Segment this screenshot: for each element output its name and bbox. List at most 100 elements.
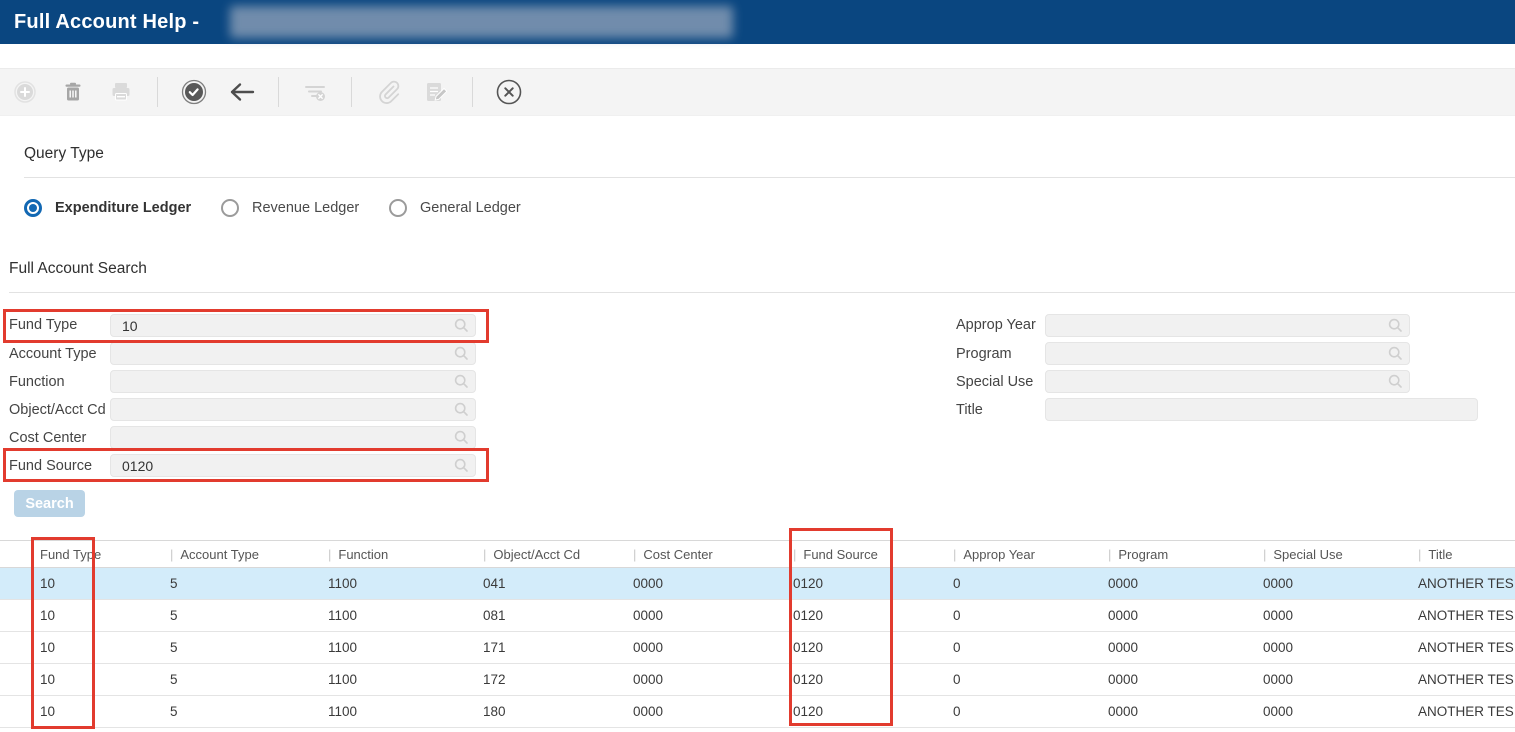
cell-account-type: 5 <box>160 640 318 655</box>
col-header-fund-source: |Fund Source <box>783 547 943 562</box>
radio-expenditure-ledger[interactable]: Expenditure Ledger <box>24 199 191 217</box>
cell-fund-source: 0120 <box>783 704 943 719</box>
cell-fund-type: 10 <box>30 576 160 591</box>
col-header-object-acct-cd: |Object/Acct Cd <box>473 547 623 562</box>
fund-type-field-wrap <box>110 314 476 337</box>
approp-year-label: Approp Year <box>956 317 1036 333</box>
cell-account-type: 5 <box>160 608 318 623</box>
cell-fund-source: 0120 <box>783 672 943 687</box>
cell-cost-center: 0000 <box>623 640 783 655</box>
print-button[interactable] <box>109 80 133 104</box>
object-acct-cd-field-wrap <box>110 398 476 421</box>
title-input[interactable] <box>1045 398 1478 421</box>
radio-general-ledger[interactable]: General Ledger <box>389 199 521 217</box>
printer-icon <box>109 80 133 104</box>
cell-title: ANOTHER TES <box>1408 704 1515 719</box>
results-table: Fund Type |Account Type |Function |Objec… <box>0 540 1515 728</box>
close-button[interactable] <box>497 80 521 104</box>
arrow-left-icon <box>228 80 256 104</box>
function-input[interactable] <box>110 370 476 393</box>
cell-special-use: 0000 <box>1253 576 1408 591</box>
cell-cost-center: 0000 <box>623 672 783 687</box>
toolbar-divider <box>157 77 158 107</box>
check-circle-icon <box>181 79 207 105</box>
table-row[interactable]: 10 5 1100 172 0000 0120 0 0000 0000 ANOT… <box>0 664 1515 696</box>
account-type-input[interactable] <box>110 342 476 365</box>
radio-revenue-ledger[interactable]: Revenue Ledger <box>221 199 359 217</box>
cell-approp-year: 0 <box>943 704 1098 719</box>
fund-source-label: Fund Source <box>9 458 92 474</box>
cost-center-input[interactable] <box>110 426 476 449</box>
close-circle-icon <box>495 78 523 106</box>
program-label: Program <box>956 346 1012 362</box>
confirm-button[interactable] <box>182 80 206 104</box>
cell-approp-year: 0 <box>943 640 1098 655</box>
filter-clear-icon <box>302 79 328 105</box>
plus-circle-icon <box>13 80 37 104</box>
object-acct-cd-input[interactable] <box>110 398 476 421</box>
col-header-cost-center: |Cost Center <box>623 547 783 562</box>
fund-source-input[interactable] <box>110 454 476 477</box>
cell-title: ANOTHER TES <box>1408 640 1515 655</box>
delete-button[interactable] <box>61 80 85 104</box>
approp-year-input[interactable] <box>1045 314 1410 337</box>
window-title: Full Account Help - <box>0 11 199 34</box>
cell-function: 1100 <box>318 704 473 719</box>
fund-type-input[interactable] <box>110 314 476 337</box>
col-header-account-type: |Account Type <box>160 547 318 562</box>
table-row[interactable]: 10 5 1100 171 0000 0120 0 0000 0000 ANOT… <box>0 632 1515 664</box>
title-field-wrap <box>1045 398 1478 421</box>
cell-function: 1100 <box>318 672 473 687</box>
table-row[interactable]: 10 5 1100 081 0000 0120 0 0000 0000 ANOT… <box>0 600 1515 632</box>
search-button[interactable]: Search <box>14 490 85 517</box>
toolbar-divider <box>278 77 279 107</box>
cell-program: 0000 <box>1098 640 1253 655</box>
cell-cost-center: 0000 <box>623 576 783 591</box>
cell-approp-year: 0 <box>943 608 1098 623</box>
cell-fund-source: 0120 <box>783 640 943 655</box>
cell-program: 0000 <box>1098 704 1253 719</box>
cell-fund-type: 10 <box>30 608 160 623</box>
radio-label: General Ledger <box>420 200 521 216</box>
program-field-wrap <box>1045 342 1410 365</box>
radio-label: Revenue Ledger <box>252 200 359 216</box>
full-account-search-divider <box>9 292 1515 293</box>
cell-object-acct-cd: 041 <box>473 576 623 591</box>
full-account-search-heading: Full Account Search <box>9 260 147 278</box>
clear-filter-button[interactable] <box>303 80 327 104</box>
cost-center-field-wrap <box>110 426 476 449</box>
col-header-function: |Function <box>318 547 473 562</box>
edit-note-icon <box>423 79 449 105</box>
notes-button[interactable] <box>424 80 448 104</box>
cell-function: 1100 <box>318 576 473 591</box>
cell-function: 1100 <box>318 640 473 655</box>
program-input[interactable] <box>1045 342 1410 365</box>
cell-approp-year: 0 <box>943 672 1098 687</box>
table-row[interactable]: 10 5 1100 180 0000 0120 0 0000 0000 ANOT… <box>0 696 1515 728</box>
back-button[interactable] <box>230 80 254 104</box>
toolbar <box>0 68 1515 116</box>
cell-object-acct-cd: 081 <box>473 608 623 623</box>
special-use-input[interactable] <box>1045 370 1410 393</box>
col-header-title: |Title <box>1408 547 1515 562</box>
add-button[interactable] <box>13 80 37 104</box>
col-header-fund-type: Fund Type <box>30 547 160 562</box>
toolbar-divider <box>351 77 352 107</box>
radio-unselected-icon <box>389 199 407 217</box>
cell-fund-type: 10 <box>30 640 160 655</box>
cell-fund-type: 10 <box>30 672 160 687</box>
window-title-bar: Full Account Help - <box>0 0 1515 44</box>
trash-icon <box>62 81 84 103</box>
cell-title: ANOTHER TES <box>1408 608 1515 623</box>
cell-title: ANOTHER TES <box>1408 672 1515 687</box>
table-row[interactable]: 10 5 1100 041 0000 0120 0 0000 0000 ANOT… <box>0 568 1515 600</box>
function-field-wrap <box>110 370 476 393</box>
cell-special-use: 0000 <box>1253 608 1408 623</box>
cell-object-acct-cd: 172 <box>473 672 623 687</box>
cell-account-type: 5 <box>160 576 318 591</box>
fund-type-label: Fund Type <box>9 317 77 333</box>
cell-approp-year: 0 <box>943 576 1098 591</box>
radio-label: Expenditure Ledger <box>55 200 191 216</box>
attachments-button[interactable] <box>376 80 400 104</box>
object-acct-cd-label: Object/Acct Cd <box>9 402 106 418</box>
